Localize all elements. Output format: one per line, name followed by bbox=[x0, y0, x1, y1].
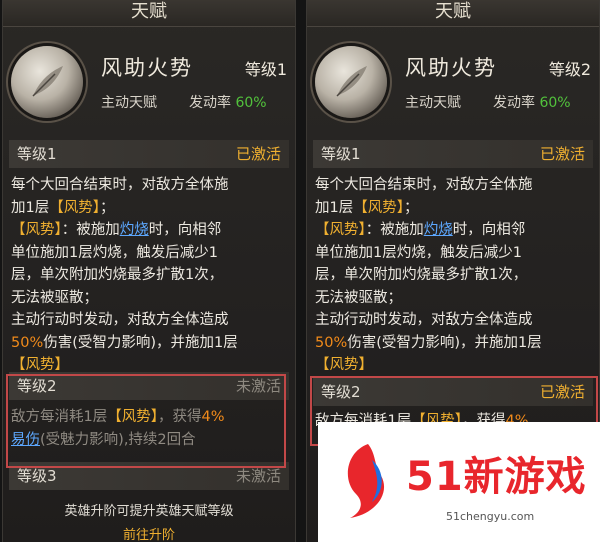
desc-line: 每个大回合结束时，对敌方全体施 bbox=[11, 177, 229, 193]
desc-line: 无法被驱散； bbox=[315, 289, 402, 306]
brand-url: 51chengyu.com bbox=[446, 510, 535, 523]
level-1-status: 已激活 bbox=[235, 145, 281, 163]
skill-feather-icon[interactable] bbox=[11, 46, 83, 118]
trigger-rate-value: 60% bbox=[539, 95, 571, 111]
burn-keyword-link[interactable]: 灼烧 bbox=[120, 222, 149, 238]
desc-line: 50%伤害(受智力影响)，并施加1层 bbox=[315, 334, 542, 351]
trigger-rate-label: 发动率 bbox=[493, 95, 535, 111]
skill-name: 风助火势 bbox=[405, 56, 497, 80]
desc-line: 主动行动时发动，对敌方全体造成 bbox=[11, 312, 229, 328]
skill-type: 主动天赋 bbox=[101, 95, 157, 111]
panel-title: 天赋 bbox=[307, 0, 599, 27]
desc-line: 层，单次附加灼烧最多扩散1次， bbox=[11, 267, 224, 283]
skill-type: 主动天赋 bbox=[405, 95, 461, 111]
level-1-name: 等级1 bbox=[17, 145, 57, 163]
trigger-rate-value: 60% bbox=[235, 95, 267, 111]
level-1-name: 等级1 bbox=[321, 145, 361, 163]
brand-logo-icon bbox=[336, 440, 398, 524]
panel-title: 天赋 bbox=[3, 0, 295, 27]
skill-header: 风助火势 等级2 主动天赋 发动率 60% bbox=[307, 34, 599, 126]
skill-name: 风助火势 bbox=[101, 56, 193, 80]
skill-header: 风助火势 等级1 主动天赋 发动率 60% bbox=[3, 34, 295, 126]
level-1-status: 已激活 bbox=[539, 145, 585, 163]
desc-line: 加1层【风势】； bbox=[315, 199, 419, 216]
desc-line: 【风势】：被施加灼烧时，向相邻 bbox=[11, 222, 222, 238]
level-1-description: 每个大回合结束时，对敌方全体施 加1层【风势】； 【风势】：被施加灼烧时，向相邻… bbox=[11, 174, 289, 377]
brand-name: 51新游戏 bbox=[406, 454, 587, 500]
desc-line: 【风势】 bbox=[315, 357, 373, 373]
trigger-rate: 发动率 60% bbox=[189, 92, 267, 112]
desc-line: 【风势】：被施加灼烧时，向相邻 bbox=[315, 222, 526, 238]
desc-line: 单位施加1层灼烧，触发后减少1 bbox=[315, 244, 522, 261]
level-1-header: 等级1 已激活 bbox=[9, 140, 289, 168]
desc-line: 层，单次附加灼烧最多扩散1次， bbox=[315, 267, 528, 283]
trigger-rate-label: 发动率 bbox=[189, 95, 231, 111]
go-promote-button[interactable]: 前往升阶 bbox=[3, 524, 295, 542]
skill-level: 等级2 bbox=[548, 60, 591, 79]
skill-feather-icon[interactable] bbox=[315, 46, 387, 118]
desc-line: 单位施加1层灼烧，触发后减少1 bbox=[11, 244, 218, 261]
desc-line: 加1层【风势】； bbox=[11, 199, 115, 216]
level-1-description: 每个大回合结束时，对敌方全体施 加1层【风势】； 【风势】：被施加灼烧时，向相邻… bbox=[315, 174, 593, 377]
desc-line: 每个大回合结束时，对敌方全体施 bbox=[315, 177, 533, 193]
burn-keyword-link[interactable]: 灼烧 bbox=[424, 222, 453, 238]
desc-line: 无法被驱散； bbox=[11, 289, 98, 306]
watermark: 51新游戏 51chengyu.com bbox=[318, 422, 600, 542]
highlight-box-left bbox=[6, 374, 286, 468]
level-1-header: 等级1 已激活 bbox=[313, 140, 593, 168]
promotion-hint: 英雄升阶可提升英雄天赋等级 bbox=[64, 504, 234, 519]
desc-line: 主动行动时发动，对敌方全体造成 bbox=[315, 312, 533, 328]
skill-level: 等级1 bbox=[244, 60, 287, 79]
desc-line: 50%伤害(受智力影响)，并施加1层 bbox=[11, 334, 238, 351]
trigger-rate: 发动率 60% bbox=[493, 92, 571, 112]
